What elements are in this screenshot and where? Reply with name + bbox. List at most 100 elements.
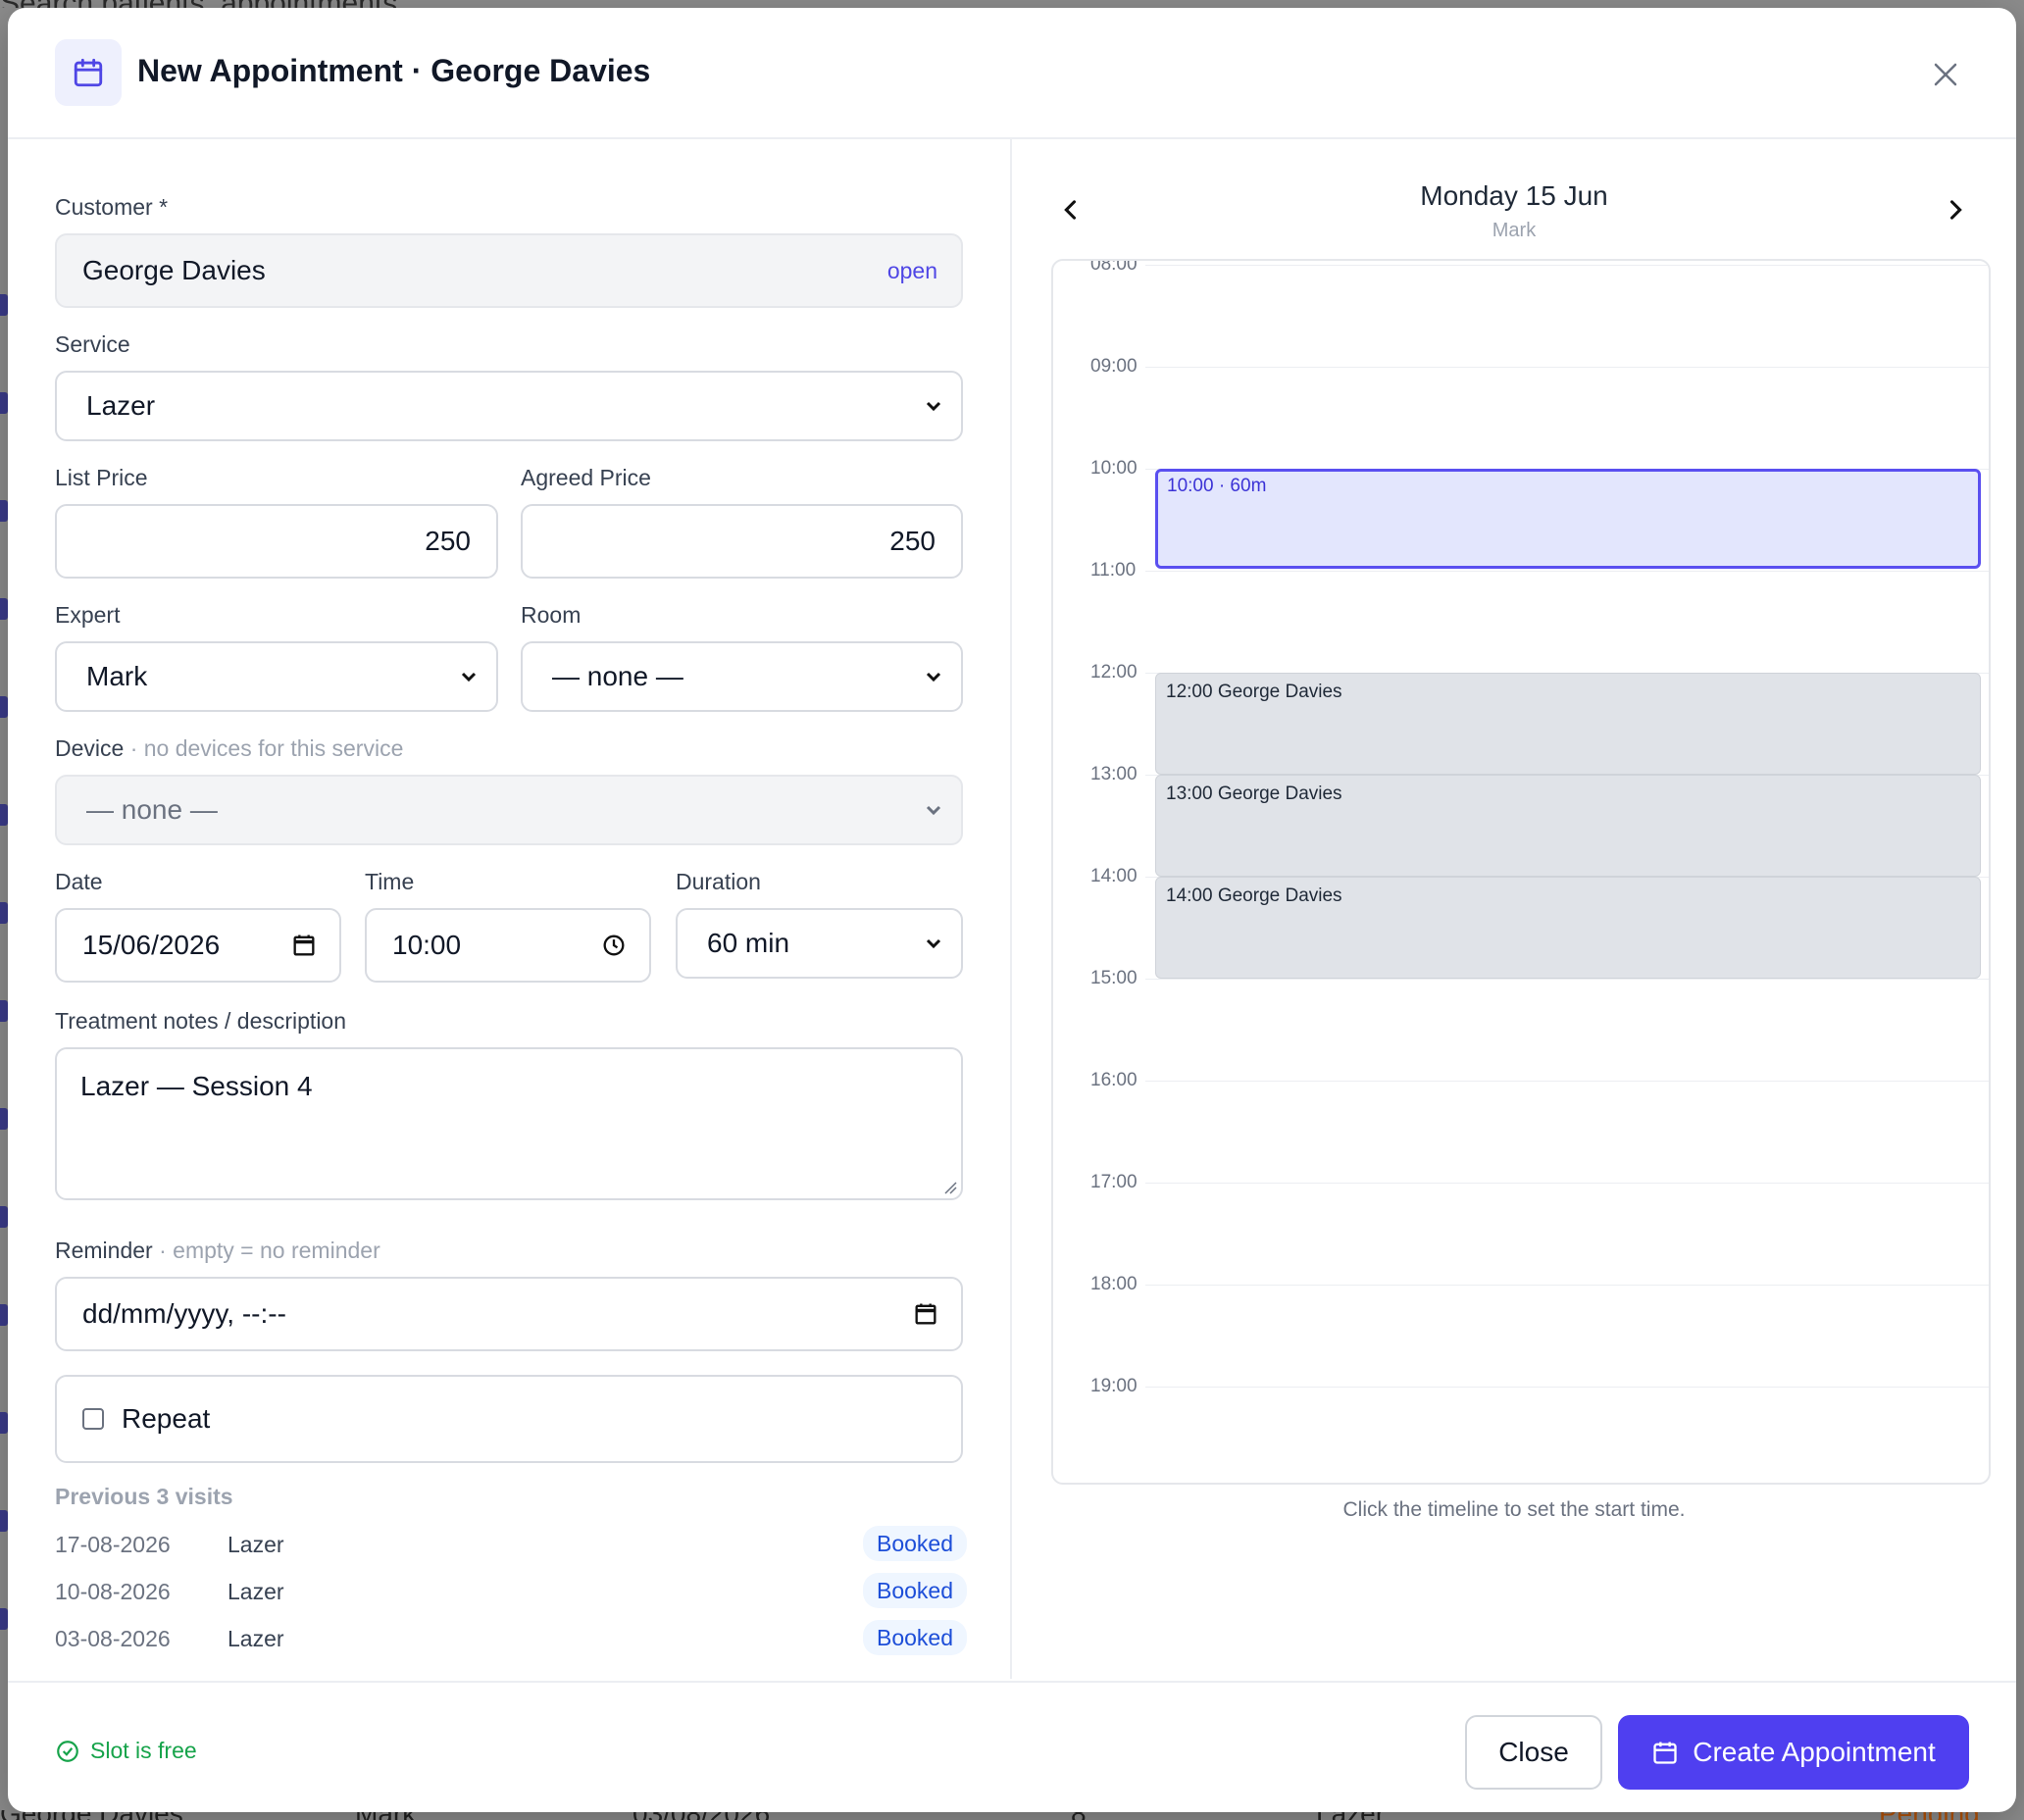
- busy-appointment[interactable]: 14:00 George Davies: [1155, 877, 1981, 979]
- reminder-value: dd/mm/yyyy, --:--: [82, 1298, 286, 1329]
- modal-title: New Appointment · George Davies: [137, 53, 651, 88]
- hour-label: 16:00: [1090, 1070, 1138, 1090]
- background-sidebar-edge: [0, 137, 8, 1765]
- list-item: 10-08-2026 Lazer Booked: [55, 1573, 967, 1612]
- device-label: Device · no devices for this service: [55, 735, 404, 761]
- reminder-input[interactable]: dd/mm/yyyy, --:--: [55, 1277, 963, 1351]
- hour-label: 17:00: [1090, 1172, 1138, 1192]
- day-calendar: Monday 15 Jun Mark 08:00 09:00 10:00 11:00 1…: [1012, 139, 2016, 1679]
- appointment-form: Customer * George Davies open Service La…: [8, 139, 1010, 1679]
- time-value: 10:00: [392, 930, 462, 960]
- hour-line: [1145, 265, 1989, 266]
- hour-label: 08:00: [1090, 259, 1138, 275]
- hour-label: 12:00: [1090, 662, 1138, 682]
- hour-line: [1145, 1081, 1989, 1082]
- calendar-icon: [55, 39, 122, 106]
- hour-label: 14:00: [1090, 866, 1138, 886]
- calendar-expert: Mark: [1492, 220, 1537, 241]
- time-label: Time: [365, 869, 415, 894]
- repeat-label: Repeat: [122, 1403, 211, 1434]
- clock-icon[interactable]: [600, 932, 628, 959]
- hour-label: 09:00: [1090, 356, 1138, 377]
- hour-label: 11:00: [1090, 560, 1137, 581]
- duration-label: Duration: [676, 869, 761, 894]
- chevron-right-icon[interactable]: [1942, 196, 1969, 224]
- agreed-price-input[interactable]: 250: [521, 504, 963, 579]
- duration-value: 60 min: [707, 928, 790, 958]
- notes-value: Lazer — Session 4: [80, 1071, 313, 1101]
- chevron-down-icon: [926, 805, 941, 816]
- customer-open-link[interactable]: open: [887, 258, 937, 284]
- date-input[interactable]: 15/06/2026: [55, 908, 341, 983]
- busy-appointment[interactable]: 12:00 George Davies: [1155, 673, 1981, 775]
- service-value: Lazer: [86, 390, 156, 421]
- duration-select[interactable]: 60 min: [676, 908, 963, 979]
- hour-label: 18:00: [1090, 1274, 1138, 1294]
- hour-label: 13:00: [1090, 764, 1138, 784]
- hour-line: [1145, 1387, 1989, 1388]
- service-label: Service: [55, 331, 130, 357]
- chevron-down-icon: [926, 401, 941, 412]
- repeat-box[interactable]: Repeat: [55, 1375, 963, 1463]
- list-price-input[interactable]: 250: [55, 504, 498, 579]
- status-badge: Booked: [862, 1573, 967, 1608]
- calendar-icon: [1653, 1742, 1677, 1764]
- reminder-label: Reminder · empty = no reminder: [55, 1238, 380, 1263]
- list-item: 03-08-2026 Lazer Booked: [55, 1620, 967, 1659]
- customer-label: Customer *: [55, 194, 169, 220]
- room-value: — none —: [552, 661, 683, 691]
- hour-line: [1145, 1183, 1989, 1184]
- modal-footer: Slot is free Close Create Appointment: [8, 1681, 2016, 1812]
- time-input[interactable]: 10:00: [365, 908, 651, 983]
- customer-value: George Davies: [82, 255, 266, 285]
- slot-status: Slot is free: [55, 1738, 197, 1764]
- chevron-down-icon: [926, 938, 941, 949]
- close-icon[interactable]: [1926, 55, 1965, 94]
- calendar-day-title: Monday 15 Jun: [1420, 180, 1608, 211]
- room-select[interactable]: — none —: [521, 641, 963, 712]
- hour-line: [1145, 367, 1989, 368]
- notes-label: Treatment notes / description: [55, 1008, 347, 1034]
- chevron-down-icon: [926, 672, 941, 682]
- create-appointment-button[interactable]: Create Appointment: [1618, 1715, 1969, 1790]
- device-hint: · no devices for this service: [124, 735, 404, 761]
- expert-select[interactable]: Mark: [55, 641, 498, 712]
- resize-handle-icon[interactable]: [941, 1179, 957, 1194]
- device-select[interactable]: — none —: [55, 775, 963, 845]
- list-price-value: 250: [425, 526, 471, 556]
- service-select[interactable]: Lazer: [55, 371, 963, 441]
- hour-line: [1145, 571, 1989, 572]
- hour-label: 10:00: [1090, 458, 1138, 479]
- close-button[interactable]: Close: [1465, 1715, 1602, 1790]
- expert-value: Mark: [86, 661, 148, 691]
- chevron-down-icon: [461, 672, 477, 682]
- agreed-price-label: Agreed Price: [521, 465, 651, 490]
- background-search-text: Search patients, appointments...: [0, 0, 451, 8]
- hour-label: 15:00: [1090, 968, 1138, 988]
- busy-appointment[interactable]: 13:00 George Davies: [1155, 775, 1981, 877]
- check-circle-icon: [57, 1740, 78, 1762]
- calendar-hint: Click the timeline to set the start time…: [1342, 1498, 1686, 1521]
- agreed-price-value: 250: [889, 526, 936, 556]
- calendar-icon[interactable]: [912, 1300, 939, 1328]
- expert-label: Expert: [55, 602, 121, 628]
- hour-label: 19:00: [1090, 1376, 1138, 1396]
- new-appointment-slot[interactable]: 10:00 · 60m: [1155, 469, 1981, 569]
- repeat-checkbox[interactable]: [82, 1408, 104, 1430]
- previous-visits-title: Previous 3 visits: [55, 1484, 233, 1509]
- modal-header: New Appointment · George Davies: [8, 8, 2016, 139]
- customer-field[interactable]: George Davies open: [55, 233, 963, 308]
- reminder-hint: · empty = no reminder: [152, 1238, 380, 1263]
- calendar-icon[interactable]: [290, 932, 318, 959]
- appointment-modal: New Appointment · George Davies Customer…: [8, 8, 2016, 1812]
- status-badge: Booked: [862, 1526, 967, 1561]
- timeline[interactable]: 08:00 09:00 10:00 11:00 12:00 13:00 14:00 15:00…: [1051, 259, 1991, 1485]
- list-item: 17-08-2026 Lazer Booked: [55, 1526, 967, 1565]
- list-price-label: List Price: [55, 465, 148, 490]
- date-value: 15/06/2026: [82, 930, 221, 960]
- notes-textarea[interactable]: Lazer — Session 4: [55, 1047, 963, 1200]
- date-label: Date: [55, 869, 103, 894]
- device-value: — none —: [86, 794, 218, 825]
- room-label: Room: [521, 602, 582, 628]
- hour-line: [1145, 979, 1989, 980]
